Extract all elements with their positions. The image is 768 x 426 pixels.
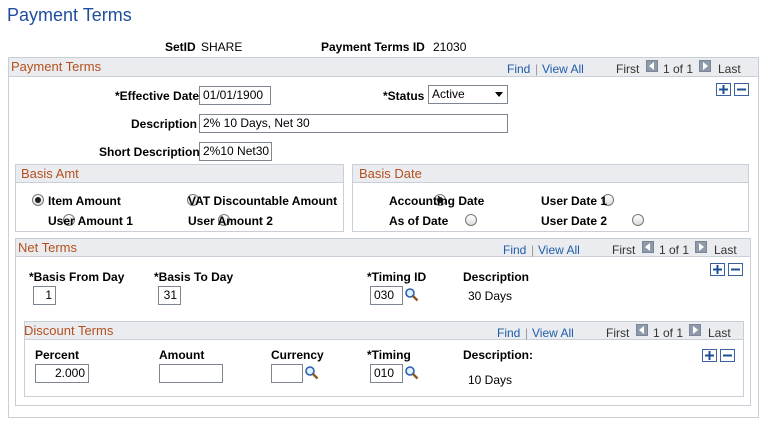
delete-row-icon[interactable] [728,263,743,276]
add-row-icon[interactable] [702,349,717,362]
setid-label: SetID [165,40,196,54]
last-arrow-icon[interactable] [689,324,701,336]
first-arrow-icon[interactable] [636,324,648,336]
percent-input[interactable]: 2.000 [35,364,89,383]
timing-input[interactable]: 010 [370,364,403,383]
discount-terms-last-label: Last [708,326,731,340]
net-terms-last-label: Last [714,243,737,257]
discount-terms-title: Discount Terms [24,323,114,338]
nav-separator: | [531,243,535,257]
setid-value: SHARE [201,40,243,54]
discount-description-value: 10 Days [468,373,513,387]
payment-terms-view-all-link[interactable]: View All [542,62,584,76]
amount-label: Amount [159,348,205,362]
basis-amt-user-amount-2-label: User Amount 2 [188,214,273,228]
discount-description-label: Description: [463,348,534,362]
basis-from-day-label: *Basis From Day [29,270,125,284]
timing-label: *Timing [367,348,411,362]
basis-amt-user-amount-1-label: User Amount 1 [48,214,133,228]
payment-terms-id-label: Payment Terms ID [321,40,425,54]
first-arrow-icon[interactable] [642,241,654,253]
timing-id-input[interactable]: 030 [370,286,403,305]
payment-terms-id-value: 21030 [433,40,467,54]
net-terms-row-count: 1 of 1 [659,243,690,257]
net-terms-find-link[interactable]: Find [503,243,526,257]
discount-terms-find-link[interactable]: Find [497,326,520,340]
discount-terms-first-label: First [606,326,630,340]
basis-date-as-of-date-label: As of Date [389,214,449,228]
basis-from-day-input[interactable]: 1 [33,286,56,305]
payment-terms-first-label: First [616,62,640,76]
first-arrow-icon[interactable] [646,60,658,72]
description-input[interactable]: 2% 10 Days, Net 30 [199,114,508,133]
basis-date-accounting-date-label: Accounting Date [389,194,485,208]
effective-date-input[interactable]: 01/01/1900 [199,86,271,105]
net-description-label: Description [463,270,530,284]
status-select-value: Active [432,87,465,101]
lookup-icon[interactable] [304,365,319,380]
delete-row-icon[interactable] [720,349,735,362]
lookup-icon[interactable] [404,287,419,302]
status-select[interactable]: Active [428,85,508,104]
net-terms-title: Net Terms [18,240,77,255]
page-title: Payment Terms [7,5,132,25]
last-arrow-icon[interactable] [699,60,711,72]
last-arrow-icon[interactable] [695,241,707,253]
basis-date-user-date-2-label: User Date 2 [541,214,608,228]
basis-amt-vat-label: VAT Discountable Amount [188,194,338,208]
basis-amt-title: Basis Amt [21,166,79,181]
timing-id-label: *Timing ID [367,270,427,284]
basis-date-as-of-date-radio[interactable] [465,214,478,226]
status-label: *Status [383,89,425,103]
basis-date-user-date-1-label: User Date 1 [541,194,608,208]
delete-row-icon[interactable] [734,83,749,96]
nav-separator: | [525,326,529,340]
description-label: Description [131,117,198,131]
short-description-input[interactable]: 2%10 Net30 [199,142,272,161]
currency-label: Currency [271,348,324,362]
discount-terms-row-count: 1 of 1 [653,326,684,340]
basis-to-day-label: *Basis To Day [154,270,234,284]
currency-input[interactable] [271,364,303,383]
lookup-icon[interactable] [404,365,419,380]
net-terms-view-all-link[interactable]: View All [538,243,580,257]
short-description-label: Short Description [99,145,200,159]
payment-terms-section-title: Payment Terms [11,59,102,74]
nav-separator: | [535,62,539,76]
payment-terms-row-count: 1 of 1 [663,62,694,76]
amount-input[interactable] [159,364,223,383]
net-terms-header [16,239,750,257]
add-row-icon[interactable] [716,83,731,96]
net-description-value: 30 Days [468,289,513,303]
payment-terms-find-link[interactable]: Find [507,62,530,76]
dropdown-arrow-icon [495,92,503,97]
discount-terms-view-all-link[interactable]: View All [532,326,574,340]
payment-terms-last-label: Last [718,62,741,76]
effective-date-label: *Effective Date [115,89,200,103]
net-terms-first-label: First [612,243,636,257]
basis-date-title: Basis Date [359,166,422,181]
basis-amt-item-amount-label: Item Amount [48,194,121,208]
basis-amt-item-amount-radio[interactable] [32,194,44,206]
add-row-icon[interactable] [710,263,725,276]
percent-label: Percent [35,348,80,362]
basis-to-day-input[interactable]: 31 [158,286,181,305]
